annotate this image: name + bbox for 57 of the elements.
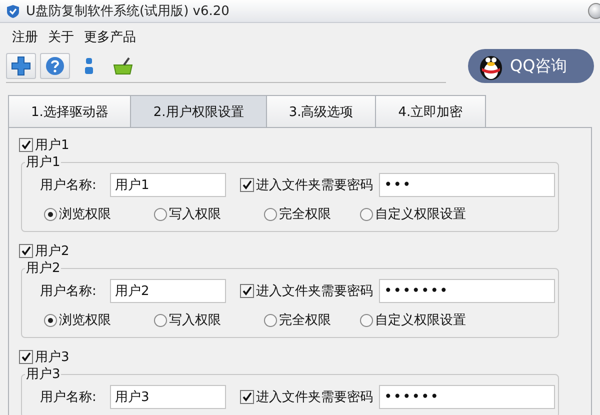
checkbox-label: 进入文件夹需要密码 [256,283,373,300]
tab[interactable]: 1.选择驱动器 [8,95,132,127]
radio-button[interactable] [44,314,57,326]
field-label: 用户名称: [40,389,98,406]
menu-item[interactable]: 关于 [48,28,74,46]
radio-label: 完全权限 [279,312,331,329]
password-field[interactable]: ••••••• [379,279,555,303]
group-title: 用户1 [25,153,62,171]
radio-button[interactable] [264,314,277,326]
password-field[interactable]: •••••• [379,385,555,409]
qq-button[interactable]: QQ咨询 [468,49,594,83]
plus-button[interactable] [6,52,36,78]
radio-label: 写入权限 [169,206,221,223]
checkbox[interactable] [240,178,254,192]
radio-label: 写入权限 [169,312,221,329]
group-title: 用户2 [25,259,62,277]
tab[interactable]: 3.高级选项 [266,95,376,127]
basket-icon [112,56,134,76]
username-field[interactable]: 用户3 [110,385,226,409]
checkbox-label: 进入文件夹需要密码 [256,177,373,194]
radio-label: 浏览权限 [59,312,111,329]
field-label: 用户名称: [40,283,98,300]
checkbox[interactable] [240,390,254,404]
plus-icon [11,56,31,76]
radio-label: 完全权限 [279,206,331,223]
radio-button[interactable] [44,208,57,220]
radio-label: 自定义权限设置 [375,312,466,329]
tab[interactable]: 2.用户权限设置 [130,95,267,127]
tab[interactable]: 4.立即加密 [375,95,486,127]
checkbox[interactable] [19,350,33,364]
group-title: 用户3 [25,365,62,383]
password-field[interactable]: ••• [379,173,555,197]
shield-icon [6,4,20,18]
help-icon [45,56,65,76]
field-label: 用户名称: [40,177,98,194]
menu-item[interactable]: 注册 [12,28,38,46]
username-field[interactable]: 用户2 [110,279,226,303]
checkbox-label: 用户1 [35,137,70,154]
checkbox[interactable] [19,138,33,152]
window-title: U盘防复制软件系统(试用版) v6.20 [26,3,230,20]
radio-label: 自定义权限设置 [375,206,466,223]
radio-button[interactable] [360,314,373,326]
radio-button[interactable] [154,314,167,326]
radio-button[interactable] [264,208,277,220]
username-field[interactable]: 用户1 [110,173,226,197]
menu-item[interactable]: 更多产品 [84,28,136,46]
radio-button[interactable] [154,208,167,220]
help-button[interactable] [40,52,70,78]
checkbox-label: 进入文件夹需要密码 [256,389,373,406]
checkbox-label: 用户3 [35,349,70,366]
checkbox[interactable] [240,284,254,298]
radio-button[interactable] [360,208,373,220]
window-control-button[interactable] [588,3,600,19]
checkbox-label: 用户2 [35,243,70,260]
user-icon [83,56,95,76]
checkbox[interactable] [19,244,33,258]
radio-label: 浏览权限 [59,206,111,223]
